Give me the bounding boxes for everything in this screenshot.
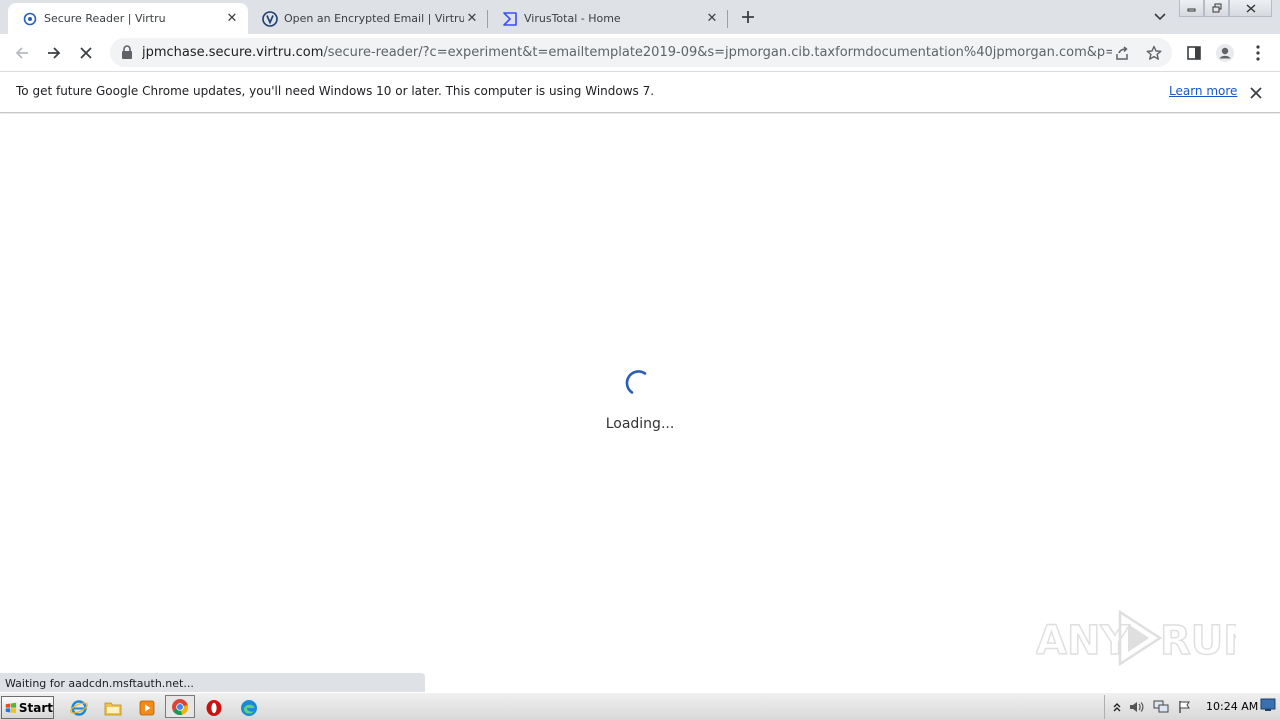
infobar-close-icon[interactable] xyxy=(1248,85,1264,101)
chevron-down-icon xyxy=(1154,13,1166,21)
close-icon xyxy=(1246,3,1255,13)
opera-icon[interactable] xyxy=(203,697,225,718)
arrow-left-icon xyxy=(15,47,28,59)
virustotal-icon xyxy=(502,11,518,27)
update-infobar: To get future Google Chrome updates, you… xyxy=(0,71,1280,113)
address-bar[interactable]: jpmchase.secure.virtru.com/secure-reader… xyxy=(110,38,1172,67)
window-controls xyxy=(1179,0,1272,18)
learn-more-link[interactable]: Learn more xyxy=(1169,84,1237,98)
edge-icon[interactable] xyxy=(238,697,260,718)
tab-title: VirusTotal - Home xyxy=(524,12,621,25)
show-desktop-icon[interactable] xyxy=(1260,697,1276,713)
back-button[interactable] xyxy=(9,40,35,66)
tab-close-icon[interactable]: ✕ xyxy=(224,11,240,27)
tab-virustotal[interactable]: VirusTotal - Home ✕ xyxy=(488,3,728,34)
loading-spinner-icon xyxy=(625,370,647,394)
kebab-menu-icon xyxy=(1256,45,1260,61)
tab-open-encrypted-email[interactable]: Open an Encrypted Email | Virtru ✕ xyxy=(248,3,488,34)
virtru-v-icon xyxy=(262,10,278,27)
side-panel-button[interactable] xyxy=(1181,40,1207,66)
taskbar-clock[interactable]: 10:24 AM xyxy=(1206,700,1258,713)
tab-title: Secure Reader | Virtru xyxy=(44,12,166,25)
windows-taskbar: Start 10:24 AM xyxy=(0,692,1280,720)
profile-button[interactable] xyxy=(1212,40,1238,66)
minimize-button[interactable] xyxy=(1179,0,1204,17)
anyrun-watermark-logo: ANY RUN xyxy=(1036,609,1236,667)
stop-loading-button[interactable] xyxy=(73,40,99,66)
tab-strip: Secure Reader | Virtru ✕ Open an Encrypt… xyxy=(0,0,1280,34)
page-content: Loading... ANY RUN xyxy=(0,114,1280,692)
bookmark-star-icon[interactable] xyxy=(1144,43,1164,63)
tab-separator xyxy=(727,10,728,28)
url-path: /secure-reader/?c=experiment&t=emailtemp… xyxy=(323,45,1112,60)
tab-close-icon[interactable]: ✕ xyxy=(464,11,480,27)
action-center-flag-icon[interactable] xyxy=(1177,699,1193,715)
tab-secure-reader[interactable]: Secure Reader | Virtru ✕ xyxy=(8,3,248,34)
stop-icon xyxy=(80,47,92,59)
explorer-folder-icon[interactable] xyxy=(102,697,124,718)
svg-text:ANY: ANY xyxy=(1036,618,1130,664)
profile-avatar-icon xyxy=(1216,44,1234,62)
status-bubble: Waiting for aadcdn.msftauth.net... xyxy=(0,673,425,692)
restore-button[interactable] xyxy=(1204,0,1229,17)
tab-close-icon[interactable]: ✕ xyxy=(704,11,720,27)
internet-explorer-icon[interactable] xyxy=(68,697,90,718)
minimize-icon xyxy=(1187,8,1196,12)
share-icon[interactable] xyxy=(1112,43,1132,63)
close-window-button[interactable] xyxy=(1229,0,1272,17)
start-button[interactable]: Start xyxy=(1,696,54,719)
forward-button[interactable] xyxy=(41,40,67,66)
network-icon[interactable] xyxy=(1153,699,1169,715)
chrome-menu-button[interactable] xyxy=(1245,40,1271,66)
side-panel-icon xyxy=(1187,46,1201,60)
new-tab-button[interactable] xyxy=(736,6,760,28)
windows-logo-icon xyxy=(5,702,17,713)
show-hidden-icons-icon[interactable] xyxy=(1109,699,1125,715)
plus-icon xyxy=(742,11,754,23)
infobar-message: To get future Google Chrome updates, you… xyxy=(16,84,655,98)
start-label: Start xyxy=(18,700,53,715)
arrow-right-icon xyxy=(48,47,61,59)
media-player-icon[interactable] xyxy=(136,697,158,718)
url-host: jpmchase.secure.virtru.com xyxy=(142,45,324,60)
volume-icon[interactable] xyxy=(1129,699,1145,715)
svg-text:RUN: RUN xyxy=(1160,618,1236,664)
tab-title: Open an Encrypted Email | Virtru xyxy=(284,12,464,25)
lock-icon[interactable] xyxy=(120,45,134,60)
virtru-icon xyxy=(22,11,38,27)
restore-icon xyxy=(1212,3,1221,13)
url-text[interactable]: jpmchase.secure.virtru.com/secure-reader… xyxy=(142,45,1112,60)
loading-text: Loading... xyxy=(605,416,675,432)
tab-search-button[interactable] xyxy=(1150,8,1170,26)
chrome-icon[interactable] xyxy=(165,695,195,718)
browser-toolbar: jpmchase.secure.virtru.com/secure-reader… xyxy=(0,34,1280,71)
